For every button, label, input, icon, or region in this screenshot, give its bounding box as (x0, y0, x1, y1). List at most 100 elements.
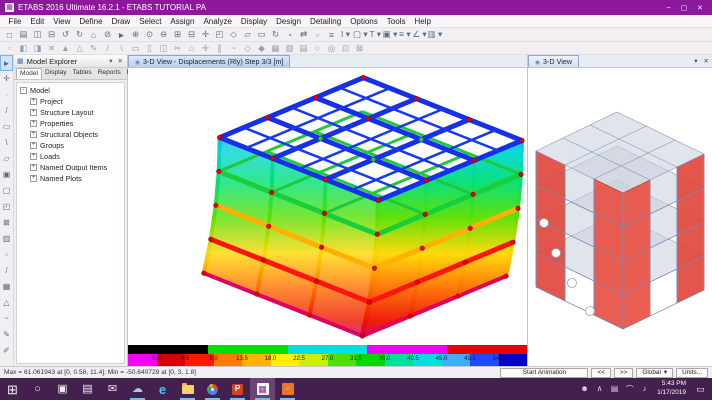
draw-quick-floor-icon[interactable]: ▣ (0, 167, 13, 183)
draw-mode-dropdown[interactable]: ∠ ▾ (412, 29, 426, 40)
tendon-sections-dropdown[interactable]: T ▾ (369, 29, 382, 40)
print-icon[interactable]: ⊟ (45, 29, 58, 40)
snap-ends-icon[interactable]: ○ (311, 43, 324, 53)
draw-wall-icon[interactable]: ▢ (0, 183, 13, 199)
tab-display[interactable]: Display (42, 68, 70, 79)
snap-intersections-icon[interactable]: ◎ (325, 43, 338, 54)
weather-app-icon[interactable]: ☁ (125, 378, 150, 400)
collapse-icon[interactable]: - (20, 87, 27, 94)
undo-icon[interactable]: ↺ (59, 29, 72, 40)
draw-joint-icon[interactable]: ✎ (87, 43, 100, 54)
draw-brace-icon[interactable]: \ (0, 135, 13, 151)
menu-detailing[interactable]: Detailing (306, 17, 346, 26)
elevation-view-icon[interactable]: ▭ (255, 29, 268, 40)
plan-view-icon[interactable]: ▱ (241, 29, 254, 40)
select-object-icon[interactable]: ▫ (3, 43, 16, 53)
previous-zoom-icon[interactable]: ⊖ (157, 29, 170, 40)
move-objects-icon[interactable]: ✛ (199, 43, 212, 54)
rubber-band-zoom-icon[interactable]: ⊕ (129, 29, 142, 40)
right-view-tab[interactable]: ◈ 3-D View (528, 55, 579, 67)
tab-reports[interactable]: Reports (95, 68, 124, 79)
units-button[interactable]: Units... (676, 368, 708, 378)
snap-settings-icon[interactable]: ✐ (0, 343, 13, 359)
tree-item-named-plots[interactable]: + Named Plots (20, 173, 124, 184)
draw-tendon-icon[interactable]: / (0, 263, 13, 279)
tree-item-structural-objects[interactable]: + Structural Objects (20, 129, 124, 140)
select-window-icon[interactable]: ◧ (17, 43, 30, 54)
menu-help[interactable]: Help (410, 17, 435, 26)
merge-joints-icon[interactable]: ⌂ (185, 43, 198, 53)
expand-icon[interactable]: + (30, 153, 37, 160)
draw-quick-frame-icon[interactable]: ▭ (0, 119, 13, 135)
get-previous-selection-icon[interactable]: ▲ (59, 43, 72, 53)
wireframe-model-3d[interactable] (528, 68, 712, 366)
start-button[interactable]: ⊞ (0, 378, 25, 400)
draw-grids-icon[interactable]: ▦ (0, 279, 13, 295)
tab-model[interactable]: Model (16, 68, 42, 79)
expand-icon[interactable]: + (30, 98, 37, 105)
tree-item-loads[interactable]: + Loads (20, 151, 124, 162)
move-view-icon[interactable]: ⇄ (297, 29, 310, 40)
deformed-model-3d[interactable] (128, 68, 527, 345)
tree-item-properties[interactable]: + Properties (20, 118, 124, 129)
building-limits-icon[interactable]: ◰ (213, 29, 226, 40)
main-view-tab[interactable]: ◈ 3-D View - Displacements (Rly) Step 3/… (128, 55, 290, 67)
menu-select[interactable]: Select (135, 17, 166, 26)
join-shells-icon[interactable]: ▤ (297, 43, 310, 54)
chrome-icon[interactable] (200, 378, 225, 400)
draw-floor-icon[interactable]: ▱ (0, 151, 13, 167)
draw-quick-wall-icon[interactable]: ◰ (0, 199, 13, 215)
zoom-out-icon[interactable]: ⊟ (185, 29, 198, 40)
draw-link-icon[interactable]: ◦ (0, 247, 13, 263)
replicate-icon[interactable]: ∥ (213, 43, 226, 54)
orange-app-icon[interactable]: ◦ (275, 378, 300, 400)
lock-model-icon[interactable]: ⊘ (101, 29, 114, 40)
display-options-icon[interactable]: ≡ (325, 30, 338, 40)
open-model-icon[interactable]: ▤ (17, 29, 30, 40)
draw-door-icon[interactable]: ▥ (0, 231, 13, 247)
refresh-window-icon[interactable]: ⌂ (87, 30, 100, 40)
mail-icon[interactable]: ✉ (100, 378, 125, 400)
mirror-icon[interactable]: ◇ (241, 43, 254, 54)
tree-item-structure-layout[interactable]: + Structure Layout (20, 107, 124, 118)
reshape-object-icon[interactable]: ✛ (0, 71, 13, 87)
draw-wall-icon[interactable]: ▯ (143, 43, 156, 54)
deselect-icon[interactable]: ◨ (31, 43, 44, 54)
edit-curve-icon[interactable]: ~ (227, 43, 240, 53)
edge-icon[interactable]: e (150, 378, 175, 400)
select-pointer-icon[interactable]: ► (0, 55, 13, 71)
people-icon[interactable]: ☻ (577, 384, 592, 395)
etabs-taskbar-icon[interactable]: ▦ (250, 378, 275, 400)
maximize-button[interactable]: ▢ (681, 4, 688, 12)
tree-root-model[interactable]: - Model (20, 85, 124, 96)
perspective-toggle-icon[interactable]: ◔ (283, 30, 296, 40)
pin-view-icon[interactable]: ▾ (691, 57, 700, 65)
close-view-icon[interactable]: ✕ (701, 57, 712, 65)
onedrive-icon[interactable]: ▤ (607, 384, 622, 395)
coordinate-system-dropdown[interactable]: Global ▾ (636, 368, 673, 378)
tab-tables[interactable]: Tables (70, 68, 95, 79)
search-icon[interactable]: ○ (25, 378, 50, 400)
draw-section-cut-icon[interactable]: ✎ (0, 327, 13, 343)
detailing-views-dropdown[interactable]: ▥ ▾ (428, 29, 443, 40)
next-step-button[interactable]: >> (614, 368, 633, 378)
snap-midpoints-icon[interactable]: ⊡ (339, 43, 352, 54)
tree-item-project[interactable]: + Project (20, 96, 124, 107)
mesh-shells-icon[interactable]: ▦ (269, 43, 282, 54)
menu-tools[interactable]: Tools (382, 17, 410, 26)
store-icon[interactable]: ▤ (75, 378, 100, 400)
shell-sections-dropdown[interactable]: ▢ ▾ (353, 29, 368, 40)
menu-draw[interactable]: Draw (107, 17, 135, 26)
draw-frame-icon[interactable]: / (101, 43, 114, 53)
start-animation-button[interactable]: Start Animation (500, 368, 588, 378)
task-view-icon[interactable]: ▣ (50, 378, 75, 400)
expand-icon[interactable]: + (30, 175, 37, 182)
action-center-icon[interactable]: ▭ (692, 384, 712, 395)
hidden-icons-chevron[interactable]: ∧ (592, 384, 607, 395)
load-cases-dropdown[interactable]: ≡ ▾ (398, 29, 411, 40)
menu-design[interactable]: Design (272, 17, 306, 26)
draw-curve-icon[interactable]: ~ (0, 311, 13, 327)
volume-icon[interactable]: ♪ (637, 384, 652, 395)
menu-define[interactable]: Define (75, 17, 107, 26)
align-objects-icon[interactable]: ◆ (255, 43, 268, 54)
